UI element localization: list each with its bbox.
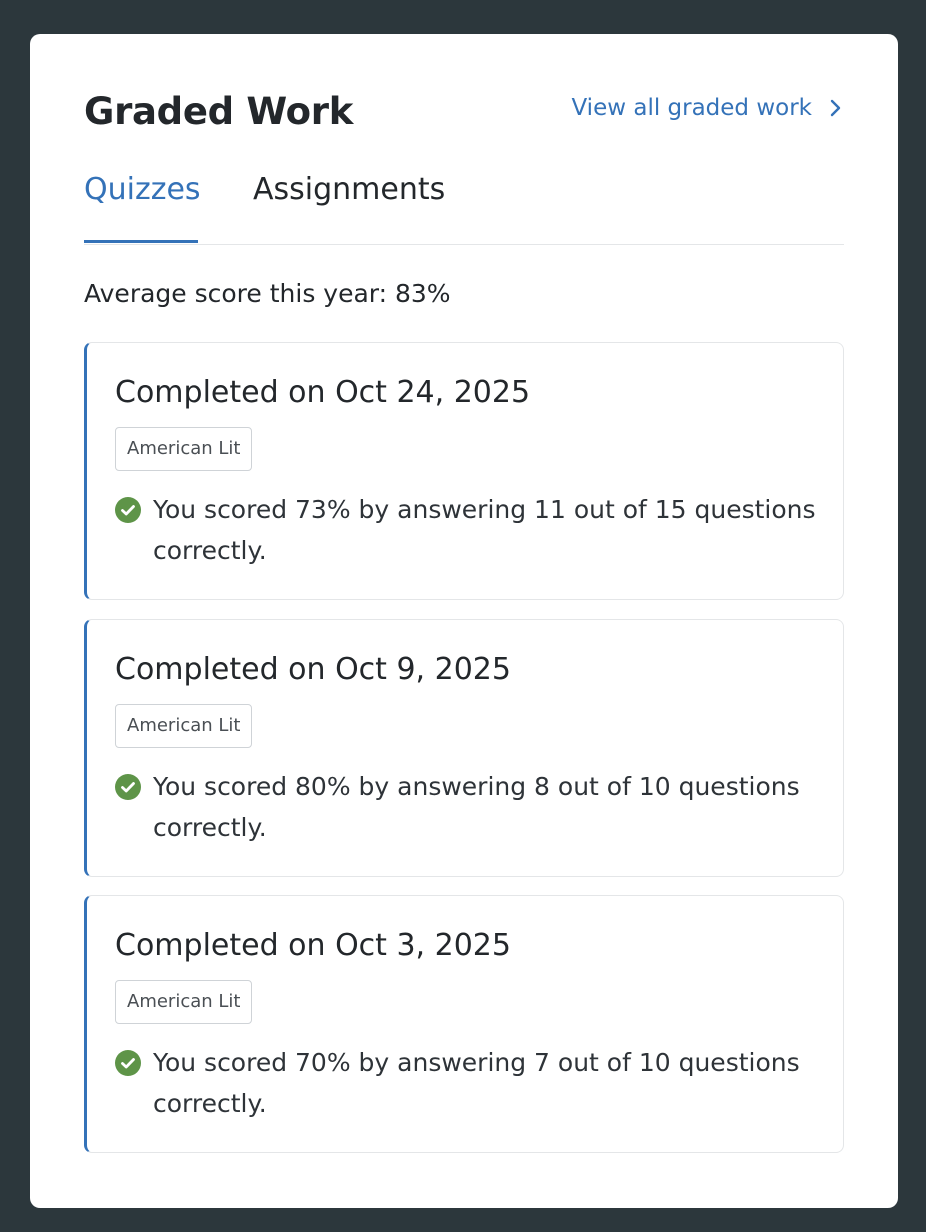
- tab-bar: Quizzes Assignments: [84, 170, 844, 245]
- quiz-card[interactable]: Completed on Oct 24, 2025 American Lit Y…: [84, 342, 844, 600]
- check-circle-icon: [115, 774, 141, 800]
- chevron-right-icon: [830, 99, 841, 117]
- quiz-result-text: You scored 70% by answering 7 out of 10 …: [153, 1048, 800, 1118]
- check-circle-icon: [115, 497, 141, 523]
- quiz-card[interactable]: Completed on Oct 9, 2025 American Lit Yo…: [84, 619, 844, 877]
- graded-work-panel: Graded Work View all graded work Quizzes…: [30, 34, 898, 1208]
- view-all-label: View all graded work: [571, 95, 812, 121]
- quiz-result-text: You scored 80% by answering 8 out of 10 …: [153, 772, 800, 842]
- quiz-completed-date: Completed on Oct 24, 2025: [115, 375, 531, 410]
- quiz-completed-date: Completed on Oct 3, 2025: [115, 928, 511, 963]
- quiz-card[interactable]: Completed on Oct 3, 2025 American Lit Yo…: [84, 895, 844, 1153]
- page-title: Graded Work: [84, 90, 353, 133]
- tab-assignments[interactable]: Assignments: [253, 170, 445, 243]
- subject-tag: American Lit: [115, 427, 253, 471]
- quiz-result-text: You scored 73% by answering 11 out of 15…: [153, 495, 816, 565]
- subject-tag: American Lit: [115, 980, 253, 1024]
- view-all-graded-work-link[interactable]: View all graded work: [571, 92, 844, 124]
- tab-quizzes[interactable]: Quizzes: [84, 170, 201, 243]
- quiz-completed-date: Completed on Oct 9, 2025: [115, 652, 511, 687]
- average-score: Average score this year: 83%: [84, 279, 451, 308]
- subject-tag: American Lit: [115, 704, 253, 748]
- check-circle-icon: [115, 1050, 141, 1076]
- panel-header: Graded Work View all graded work: [84, 90, 844, 140]
